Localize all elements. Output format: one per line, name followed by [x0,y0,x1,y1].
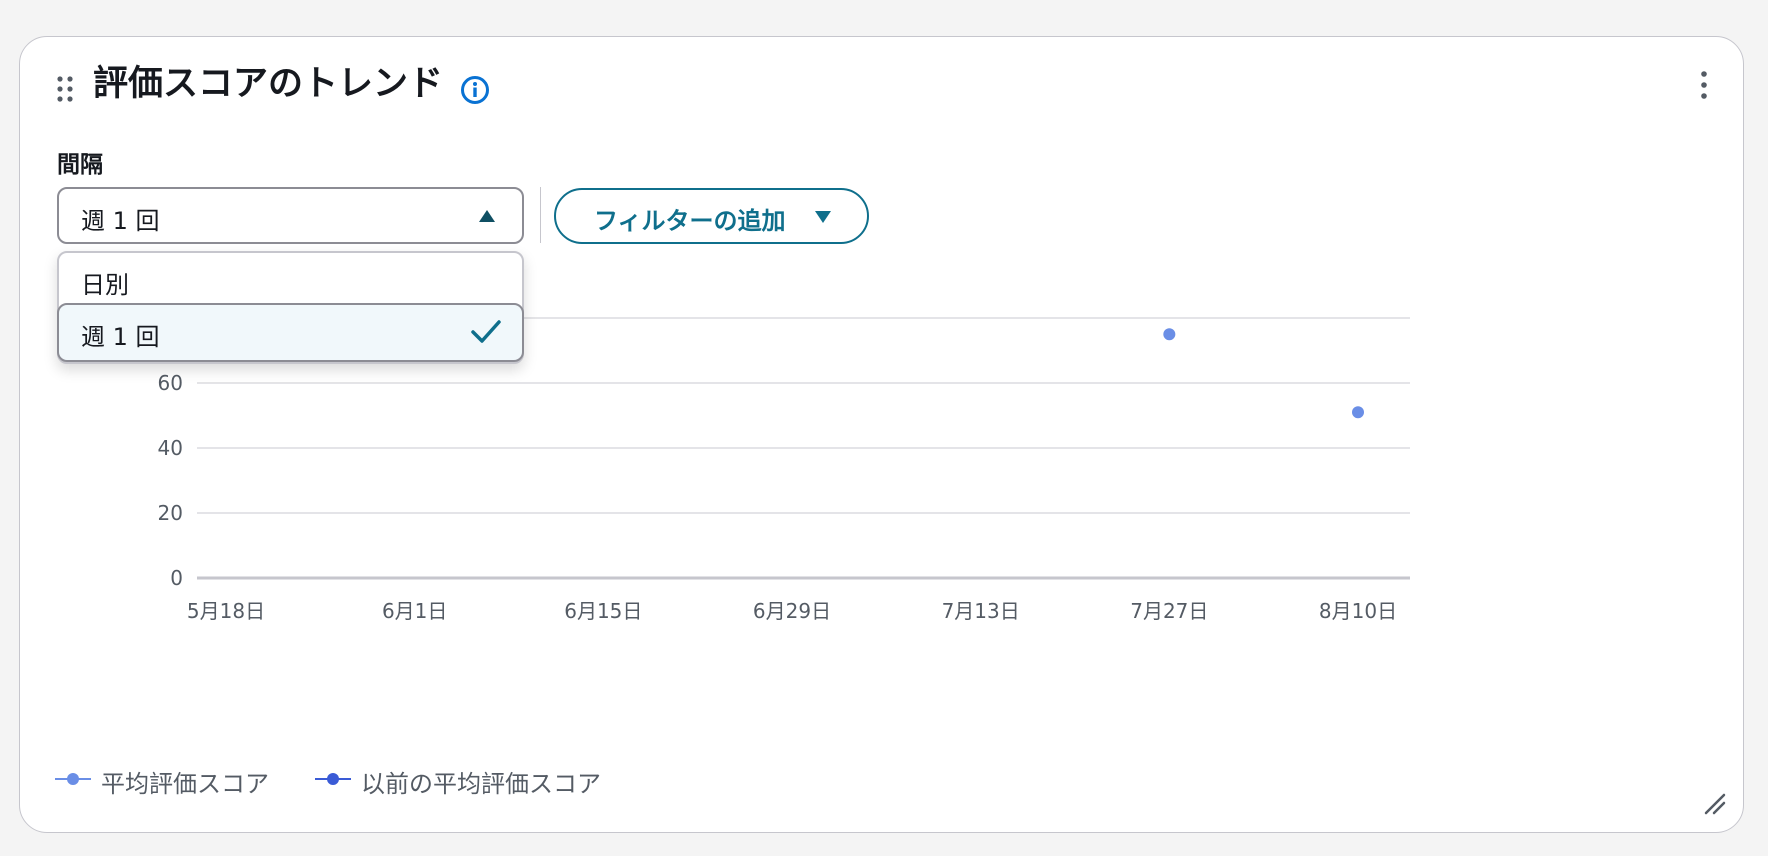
dropdown-option-label: 日別 [81,271,129,299]
score-trend-chart: 0 20 40 60 5月18日 6月1日 6月15日 6月29日 7月13日 7月27日 8月10… [158,317,1410,623]
x-tick-label: 7月27日 [1130,599,1208,623]
legend-swatch-icon [55,773,91,785]
y-tick-label: 20 [158,501,183,525]
data-point [1163,328,1176,341]
dropdown-option-weekly[interactable]: 週 1 回 [57,303,524,362]
resize-handle-icon[interactable] [1703,792,1727,816]
x-tick-label: 6月15日 [564,599,642,623]
legend-swatch-icon [315,773,351,785]
interval-dropdown-menu: 日別 週 1 回 [57,251,524,364]
legend-label: 以前の平均評価スコア [361,770,601,798]
dropdown-option-daily[interactable]: 日別 [59,253,522,303]
y-tick-label: 40 [158,436,183,460]
data-point [1352,406,1364,419]
y-tick-label: 0 [170,566,183,590]
dropdown-option-label: 週 1 回 [81,323,160,351]
x-tick-label: 6月1日 [382,599,447,623]
checkmark-icon [471,320,501,343]
x-tick-label: 5月18日 [187,599,265,623]
x-tick-label: 8月10日 [1319,599,1397,623]
x-tick-label: 6月29日 [753,599,831,623]
y-tick-label: 60 [158,371,183,395]
x-tick-label: 7月13日 [942,599,1020,623]
widget-card: 評価スコアのトレンド 間隔 週 1 回 フィルターの追加 0 20 40 60 5月18… [19,36,1744,833]
legend-label: 平均評価スコア [101,770,269,798]
